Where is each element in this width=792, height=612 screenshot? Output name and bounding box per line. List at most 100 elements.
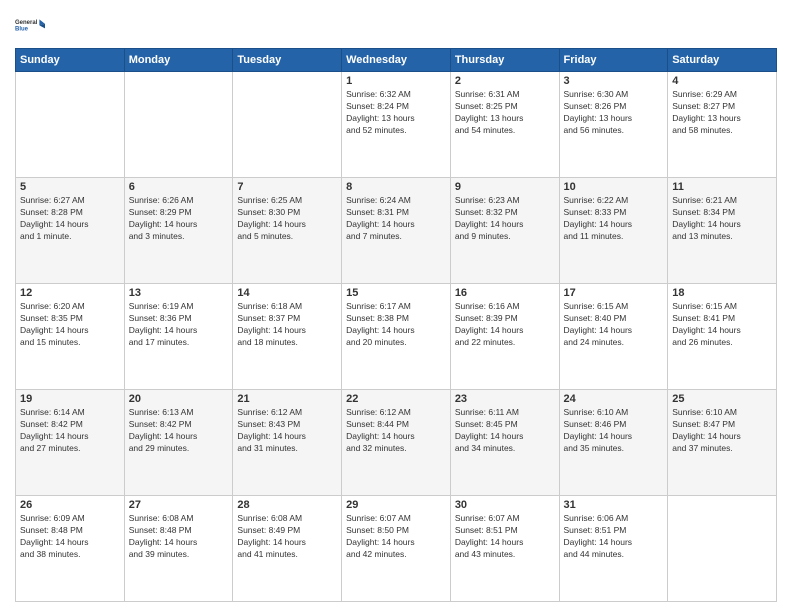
day-info: Sunrise: 6:12 AMSunset: 8:44 PMDaylight:… xyxy=(346,407,446,455)
weekday-header: Saturday xyxy=(668,49,777,72)
calendar-cell: 12 Sunrise: 6:20 AMSunset: 8:35 PMDayligh… xyxy=(16,284,125,390)
day-number: 26 xyxy=(20,499,120,511)
day-number: 13 xyxy=(129,287,229,299)
day-info: Sunrise: 6:29 AMSunset: 8:27 PMDaylight:… xyxy=(672,89,772,137)
calendar-cell: 9Sunrise: 6:23 AMSunset: 8:32 PMDaylight… xyxy=(450,178,559,284)
day-info: Sunrise: 6:15 AMSunset: 8:41 PMDaylight:… xyxy=(672,301,772,349)
day-number: 28 xyxy=(237,499,337,511)
calendar-cell: 3 Sunrise: 6:30 AMSunset: 8:26 PMDaylight… xyxy=(559,72,668,178)
calendar-cell xyxy=(233,72,342,178)
calendar-cell: 13 Sunrise: 6:19 AMSunset: 8:36 PMDayligh… xyxy=(124,284,233,390)
day-number: 1 xyxy=(346,75,446,87)
calendar-cell: 14 Sunrise: 6:18 AMSunset: 8:37 PMDayligh… xyxy=(233,284,342,390)
weekday-row: SundayMondayTuesdayWednesdayThursdayFrid… xyxy=(16,49,777,72)
calendar-table: SundayMondayTuesdayWednesdayThursdayFrid… xyxy=(15,48,777,602)
day-number: 29 xyxy=(346,499,446,511)
calendar-cell: 10 Sunrise: 6:22 AMSunset: 8:33 PMDayligh… xyxy=(559,178,668,284)
day-number: 21 xyxy=(237,393,337,405)
weekday-header: Sunday xyxy=(16,49,125,72)
calendar-cell: 20 Sunrise: 6:13 AMSunset: 8:42 PMDayligh… xyxy=(124,390,233,496)
day-number: 27 xyxy=(129,499,229,511)
calendar-cell: 7 Sunrise: 6:25 AMSunset: 8:30 PMDaylight… xyxy=(233,178,342,284)
calendar-cell: 17 Sunrise: 6:15 AMSunset: 8:40 PMDayligh… xyxy=(559,284,668,390)
calendar-cell: 1 Sunrise: 6:32 AMSunset: 8:24 PMDaylight… xyxy=(342,72,451,178)
calendar-cell: 19Sunrise: 6:14 AMSunset: 8:42 PMDayligh… xyxy=(16,390,125,496)
day-info: Sunrise: 6:25 AMSunset: 8:30 PMDaylight:… xyxy=(237,195,337,243)
day-info: Sunrise: 6:17 AMSunset: 8:38 PMDaylight:… xyxy=(346,301,446,349)
svg-text:Blue: Blue xyxy=(15,27,29,33)
calendar-row: 1 Sunrise: 6:32 AMSunset: 8:24 PMDaylight… xyxy=(16,72,777,178)
calendar-header: SundayMondayTuesdayWednesdayThursdayFrid… xyxy=(16,49,777,72)
day-info: Sunrise: 6:32 AMSunset: 8:24 PMDaylight:… xyxy=(346,89,446,137)
day-info: Sunrise: 6:08 AMSunset: 8:48 PMDaylight:… xyxy=(129,513,229,561)
day-number: 25 xyxy=(672,393,772,405)
calendar-cell xyxy=(16,72,125,178)
header: GeneralBlue xyxy=(15,10,777,40)
calendar-cell: 31Sunrise: 6:06 AMSunset: 8:51 PMDayligh… xyxy=(559,496,668,602)
calendar-cell xyxy=(124,72,233,178)
day-info: Sunrise: 6:16 AMSunset: 8:39 PMDaylight:… xyxy=(455,301,555,349)
day-number: 9 xyxy=(455,181,555,193)
weekday-header: Wednesday xyxy=(342,49,451,72)
calendar-cell: 15 Sunrise: 6:17 AMSunset: 8:38 PMDayligh… xyxy=(342,284,451,390)
day-number: 3 xyxy=(564,75,664,87)
day-info: Sunrise: 6:10 AMSunset: 8:46 PMDaylight:… xyxy=(564,407,664,455)
logo-icon: GeneralBlue xyxy=(15,10,45,40)
svg-text:General: General xyxy=(15,20,38,26)
calendar-cell: 28 Sunrise: 6:08 AMSunset: 8:49 PMDayligh… xyxy=(233,496,342,602)
day-number: 10 xyxy=(564,181,664,193)
day-number: 11 xyxy=(672,181,772,193)
day-info: Sunrise: 6:11 AMSunset: 8:45 PMDaylight:… xyxy=(455,407,555,455)
day-info: Sunrise: 6:27 AMSunset: 8:28 PMDaylight:… xyxy=(20,195,120,243)
day-number: 17 xyxy=(564,287,664,299)
day-info: Sunrise: 6:19 AMSunset: 8:36 PMDaylight:… xyxy=(129,301,229,349)
weekday-header: Thursday xyxy=(450,49,559,72)
calendar-cell: 23 Sunrise: 6:11 AMSunset: 8:45 PMDayligh… xyxy=(450,390,559,496)
calendar-cell: 2Sunrise: 6:31 AMSunset: 8:25 PMDaylight… xyxy=(450,72,559,178)
calendar-row: 5Sunrise: 6:27 AMSunset: 8:28 PMDaylight… xyxy=(16,178,777,284)
calendar-row: 26 Sunrise: 6:09 AMSunset: 8:48 PMDayligh… xyxy=(16,496,777,602)
calendar-row: 19Sunrise: 6:14 AMSunset: 8:42 PMDayligh… xyxy=(16,390,777,496)
day-number: 6 xyxy=(129,181,229,193)
calendar-cell: 6Sunrise: 6:26 AMSunset: 8:29 PMDaylight… xyxy=(124,178,233,284)
calendar-cell: 25 Sunrise: 6:10 AMSunset: 8:47 PMDayligh… xyxy=(668,390,777,496)
day-number: 24 xyxy=(564,393,664,405)
day-info: Sunrise: 6:20 AMSunset: 8:35 PMDaylight:… xyxy=(20,301,120,349)
day-info: Sunrise: 6:10 AMSunset: 8:47 PMDaylight:… xyxy=(672,407,772,455)
day-info: Sunrise: 6:31 AMSunset: 8:25 PMDaylight:… xyxy=(455,89,555,137)
calendar-cell: 26 Sunrise: 6:09 AMSunset: 8:48 PMDayligh… xyxy=(16,496,125,602)
day-number: 18 xyxy=(672,287,772,299)
day-info: Sunrise: 6:12 AMSunset: 8:43 PMDaylight:… xyxy=(237,407,337,455)
day-number: 4 xyxy=(672,75,772,87)
calendar-cell: 30Sunrise: 6:07 AMSunset: 8:51 PMDayligh… xyxy=(450,496,559,602)
page: GeneralBlue SundayMondayTuesdayWednesday… xyxy=(0,0,792,612)
day-info: Sunrise: 6:22 AMSunset: 8:33 PMDaylight:… xyxy=(564,195,664,243)
day-number: 20 xyxy=(129,393,229,405)
day-info: Sunrise: 6:18 AMSunset: 8:37 PMDaylight:… xyxy=(237,301,337,349)
day-number: 23 xyxy=(455,393,555,405)
calendar-cell: 24 Sunrise: 6:10 AMSunset: 8:46 PMDayligh… xyxy=(559,390,668,496)
weekday-header: Monday xyxy=(124,49,233,72)
day-number: 12 xyxy=(20,287,120,299)
logo: GeneralBlue xyxy=(15,10,45,40)
day-number: 14 xyxy=(237,287,337,299)
calendar-cell: 8Sunrise: 6:24 AMSunset: 8:31 PMDaylight… xyxy=(342,178,451,284)
day-number: 30 xyxy=(455,499,555,511)
calendar-body: 1 Sunrise: 6:32 AMSunset: 8:24 PMDaylight… xyxy=(16,72,777,602)
calendar-cell: 4 Sunrise: 6:29 AMSunset: 8:27 PMDaylight… xyxy=(668,72,777,178)
calendar-cell: 21 Sunrise: 6:12 AMSunset: 8:43 PMDayligh… xyxy=(233,390,342,496)
day-info: Sunrise: 6:30 AMSunset: 8:26 PMDaylight:… xyxy=(564,89,664,137)
day-info: Sunrise: 6:08 AMSunset: 8:49 PMDaylight:… xyxy=(237,513,337,561)
weekday-header: Tuesday xyxy=(233,49,342,72)
day-number: 8 xyxy=(346,181,446,193)
day-info: Sunrise: 6:07 AMSunset: 8:50 PMDaylight:… xyxy=(346,513,446,561)
day-info: Sunrise: 6:13 AMSunset: 8:42 PMDaylight:… xyxy=(129,407,229,455)
calendar-row: 12 Sunrise: 6:20 AMSunset: 8:35 PMDayligh… xyxy=(16,284,777,390)
day-number: 7 xyxy=(237,181,337,193)
day-info: Sunrise: 6:15 AMSunset: 8:40 PMDaylight:… xyxy=(564,301,664,349)
weekday-header: Friday xyxy=(559,49,668,72)
calendar-cell: 22Sunrise: 6:12 AMSunset: 8:44 PMDayligh… xyxy=(342,390,451,496)
day-number: 15 xyxy=(346,287,446,299)
calendar-cell xyxy=(668,496,777,602)
day-info: Sunrise: 6:09 AMSunset: 8:48 PMDaylight:… xyxy=(20,513,120,561)
